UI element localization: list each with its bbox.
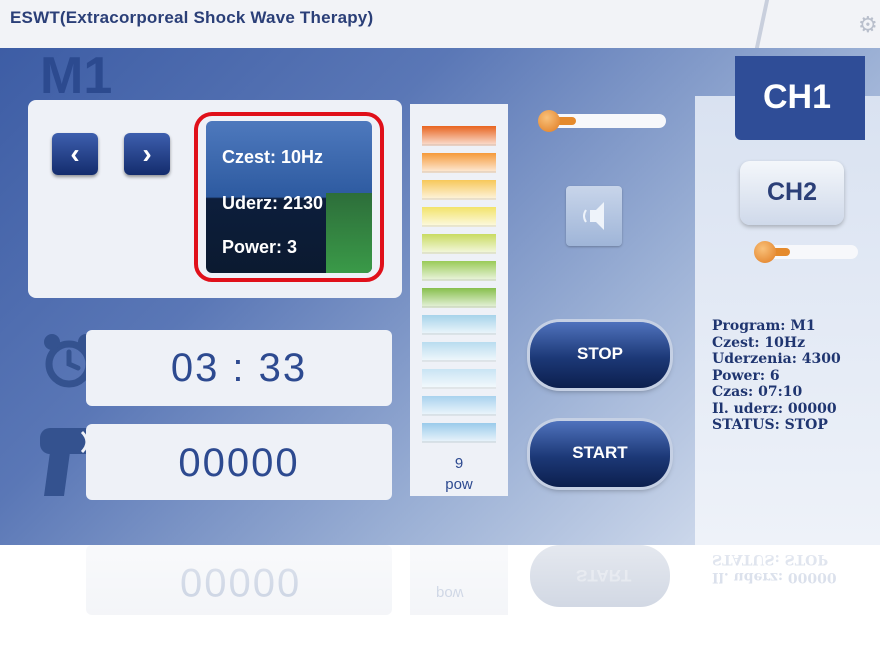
power-bar-segment <box>422 342 496 362</box>
reflection-fade <box>0 545 880 671</box>
start-button[interactable]: START <box>530 421 670 487</box>
title-divider <box>754 0 770 48</box>
speaker-icon <box>583 202 604 230</box>
status-freq: Czest: 10Hz <box>712 334 806 351</box>
power-bar-segment <box>422 126 496 146</box>
chevron-left-icon: ‹ <box>70 138 80 169</box>
ch2-button-label: CH2 <box>766 178 817 206</box>
power-bar-segment <box>422 423 496 443</box>
power-bar-segment <box>422 396 496 416</box>
power-bar-segment <box>422 288 496 308</box>
prev-program-button[interactable]: ‹ <box>52 133 98 175</box>
status-panel: Program: M1 Czest: 10Hz Uderzenia: 4300 … <box>712 318 841 434</box>
status-program: Program: M1 <box>712 318 816 334</box>
status-count: Il. uderz: 00000 <box>712 400 837 417</box>
stop-button-label: STOP <box>577 344 623 363</box>
eswt-screen: ESWT(Extracorporeal Shock Wave Therapy) … <box>0 0 880 545</box>
gear-icon[interactable]: ⚙ <box>858 14 880 36</box>
params-highlight-frame <box>194 112 384 282</box>
power-bar-segment <box>422 153 496 173</box>
tab-ch1[interactable]: CH1 <box>735 56 865 140</box>
power-bar-segment <box>422 315 496 335</box>
right-slider-knob[interactable] <box>754 241 776 263</box>
power-level-value: 9 <box>454 455 464 472</box>
power-bar-segment <box>422 261 496 281</box>
ch2-button[interactable]: CH2 <box>740 161 844 225</box>
status-time: Czas: 07:10 <box>712 384 803 400</box>
tab-ch1-label: CH1 <box>763 78 832 116</box>
speaker-button[interactable] <box>566 186 622 246</box>
power-bar-segment <box>422 180 496 200</box>
window-title: ESWT(Extracorporeal Shock Wave Therapy) <box>10 8 374 27</box>
program-name: M1 <box>40 47 113 105</box>
power-level-label: pow <box>445 476 473 493</box>
counter-value: 00000 <box>178 441 300 485</box>
title-bar: ESWT(Extracorporeal Shock Wave Therapy) … <box>0 0 880 48</box>
status-hits: Uderzenia: 4300 <box>712 351 841 367</box>
timer-box[interactable]: 03 : 33 <box>86 330 392 406</box>
chevron-right-icon: › <box>142 138 152 169</box>
power-bar-segment <box>422 207 496 227</box>
power-bar-segment <box>422 234 496 254</box>
stop-button[interactable]: STOP <box>530 322 670 388</box>
top-slider-knob[interactable] <box>538 110 560 132</box>
next-program-button[interactable]: › <box>124 133 170 175</box>
status-power: Power: 6 <box>712 367 780 384</box>
screen-reflection: 00000 pow START STATUS: STOP Il. uderz: … <box>0 545 880 671</box>
timer-value: 03 : 33 <box>170 346 308 390</box>
start-button-label: START <box>572 443 628 462</box>
counter-box[interactable]: 00000 <box>86 424 392 500</box>
status-state: STATUS: STOP <box>712 417 828 433</box>
power-bar-segment <box>422 369 496 389</box>
